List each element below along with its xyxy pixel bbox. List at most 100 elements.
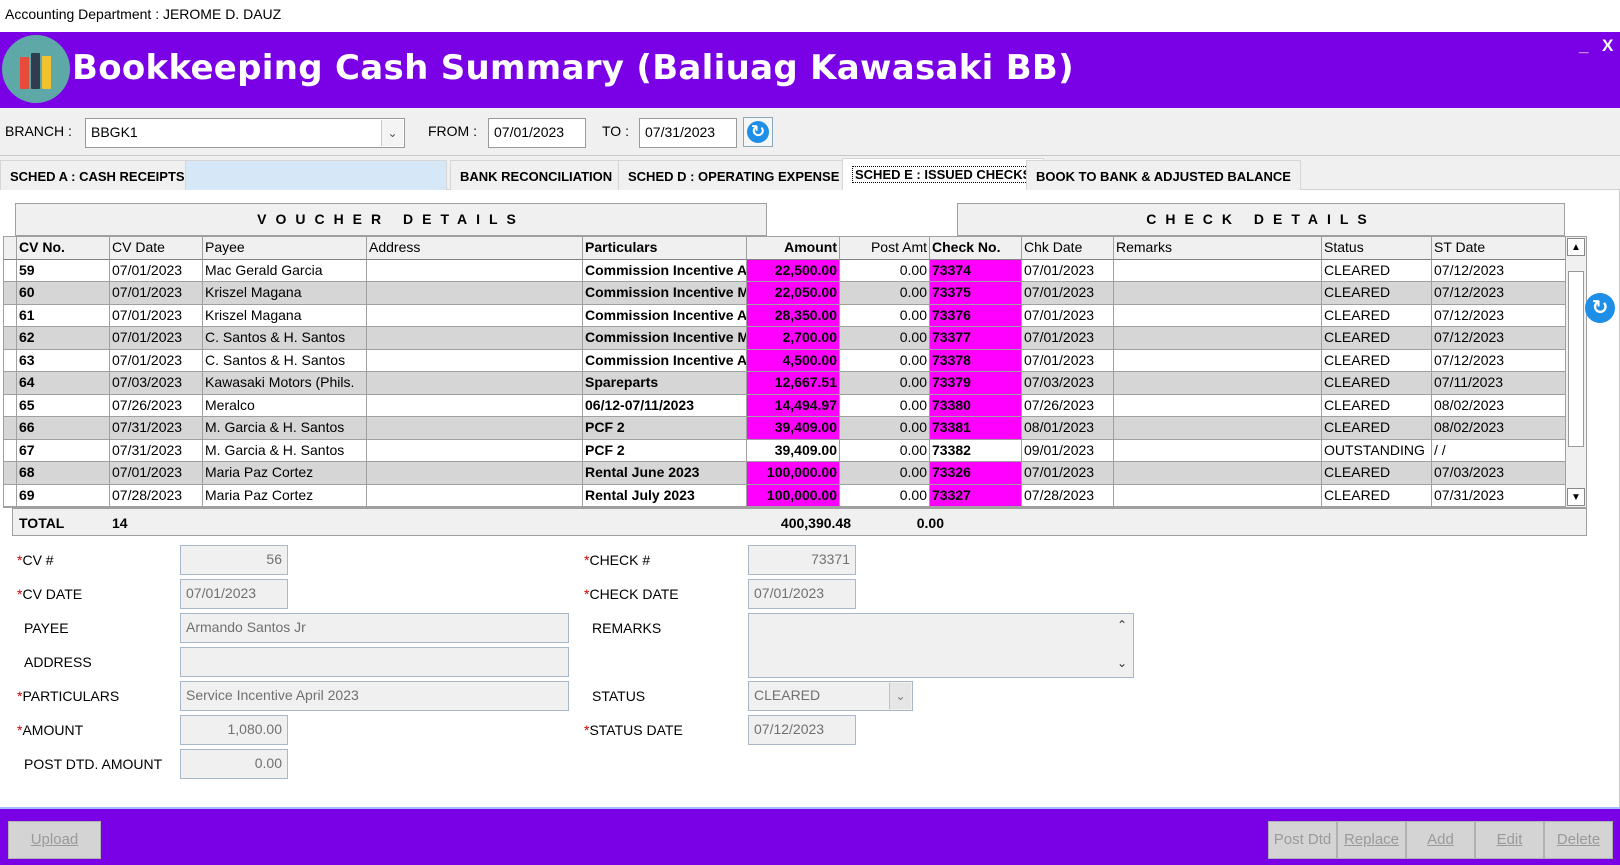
tab-bank-reconciliation[interactable]: BANK RECONCILIATION	[450, 160, 623, 190]
col-header-post-amt[interactable]: Post Amt	[840, 237, 930, 260]
cell-address	[367, 462, 583, 485]
cell-address	[367, 259, 583, 282]
remarks-scroll-down-icon[interactable]: ⌄	[1117, 656, 1127, 670]
cell-remarks	[1114, 282, 1322, 305]
cell-post-amt: 0.00	[840, 484, 930, 507]
cv-number-field[interactable]: 56	[180, 545, 288, 575]
col-header-amount[interactable]: Amount	[747, 237, 840, 260]
status-select[interactable]: CLEARED ⌄	[748, 681, 913, 711]
cell-check-no: 73378	[930, 349, 1022, 372]
table-row[interactable]: 64 07/03/2023 Kawasaki Motors (Phils. Spare…	[4, 372, 1586, 395]
table-row[interactable]: 62 07/01/2023 C. Santos & H. Santos Commiss…	[4, 327, 1586, 350]
tab-sched-a[interactable]: SCHED A : CASH RECEIPTS	[0, 160, 195, 190]
table-row[interactable]: 66 07/31/2023 M. Garcia & H. Santos PCF 2 39…	[4, 417, 1586, 440]
cell-chk-date: 07/01/2023	[1022, 282, 1114, 305]
table-row[interactable]: 63 07/01/2023 C. Santos & H. Santos Commiss…	[4, 349, 1586, 372]
cell-particulars: 06/12-07/11/2023	[583, 394, 747, 417]
cell-payee: Kriszel Magana	[203, 304, 367, 327]
col-header-payee[interactable]: Payee	[203, 237, 367, 260]
cell-remarks	[1114, 372, 1322, 395]
table-row[interactable]: 68 07/01/2023 Maria Paz Cortez Rental June …	[4, 462, 1586, 485]
row-selector[interactable]	[4, 417, 17, 440]
cell-particulars: PCF 2	[583, 439, 747, 462]
col-header-status[interactable]: Status	[1322, 237, 1432, 260]
row-selector[interactable]	[4, 372, 17, 395]
tab-book-to-bank[interactable]: BOOK TO BANK & ADJUSTED BALANCE	[1026, 160, 1301, 190]
cell-payee: Kawasaki Motors (Phils.	[203, 372, 367, 395]
row-selector[interactable]	[4, 259, 17, 282]
side-refresh-icon[interactable]: ↻	[1585, 293, 1615, 323]
cell-amount: 14,494.97	[747, 394, 840, 417]
delete-button[interactable]: Delete	[1544, 821, 1613, 859]
col-header-cv-date[interactable]: CV Date	[110, 237, 203, 260]
table-row[interactable]: 61 07/01/2023 Kriszel Magana Commission Inc…	[4, 304, 1586, 327]
refresh-button[interactable]: ↻	[743, 117, 773, 147]
payee-field[interactable]: Armando Santos Jr	[180, 613, 569, 643]
col-header-cv-no[interactable]: CV No.	[17, 237, 110, 260]
table-row[interactable]: 67 07/31/2023 M. Garcia & H. Santos PCF 2 39…	[4, 439, 1586, 462]
tab-sched-d[interactable]: SCHED D : OPERATING EXPENSE	[618, 160, 850, 190]
col-header-chk-date[interactable]: Chk Date	[1022, 237, 1114, 260]
particulars-field[interactable]: Service Incentive April 2023	[180, 681, 569, 711]
scroll-up-icon[interactable]: ▲	[1567, 238, 1585, 256]
row-selector[interactable]	[4, 327, 17, 350]
remarks-field[interactable]: ⌃ ⌄	[748, 613, 1134, 678]
row-selector[interactable]	[4, 394, 17, 417]
status-date-field[interactable]: 07/12/2023	[748, 715, 856, 745]
cell-check-no: 73377	[930, 327, 1022, 350]
amount-field[interactable]: 1,080.00	[180, 715, 288, 745]
minimize-button[interactable]: _	[1579, 36, 1588, 56]
table-row[interactable]: 69 07/28/2023 Maria Paz Cortez Rental July …	[4, 484, 1586, 507]
cell-cv-no: 69	[17, 484, 110, 507]
col-header-remarks[interactable]: Remarks	[1114, 237, 1322, 260]
cell-remarks	[1114, 304, 1322, 327]
table-row[interactable]: 59 07/01/2023 Mac Gerald Garcia Commission …	[4, 259, 1586, 282]
branch-select[interactable]: BBGK1 ⌄	[85, 118, 405, 148]
cell-payee: M. Garcia & H. Santos	[203, 417, 367, 440]
post-dtd-button[interactable]: Post Dtd	[1268, 821, 1337, 859]
table-scrollbar[interactable]: ▲ ▼	[1565, 236, 1587, 508]
cell-chk-date: 08/01/2023	[1022, 417, 1114, 440]
replace-button[interactable]: Replace	[1337, 821, 1406, 859]
cell-particulars: Commission Incentive April	[583, 259, 747, 282]
table-row[interactable]: 65 07/26/2023 Meralco 06/12-07/11/2023 14,49…	[4, 394, 1586, 417]
row-selector[interactable]	[4, 439, 17, 462]
tab-sched-e[interactable]: SCHED E : ISSUED CHECKS	[842, 158, 1045, 191]
row-selector[interactable]	[4, 462, 17, 485]
edit-button[interactable]: Edit	[1475, 821, 1544, 859]
row-selector[interactable]	[4, 484, 17, 507]
to-date-input[interactable]: 07/31/2023	[639, 118, 737, 148]
scroll-down-icon[interactable]: ▼	[1567, 488, 1585, 506]
add-button[interactable]: Add	[1406, 821, 1475, 859]
payee-label: PAYEE	[24, 620, 69, 636]
address-field[interactable]	[180, 647, 569, 677]
chevron-down-icon[interactable]: ⌄	[889, 683, 911, 709]
table-row[interactable]: 60 07/01/2023 Kriszel Magana Commission Inc…	[4, 282, 1586, 305]
check-number-field[interactable]: 73371	[748, 545, 856, 575]
cell-cv-no: 67	[17, 439, 110, 462]
col-header-st-date[interactable]: ST Date	[1432, 237, 1566, 260]
tab-blank	[185, 160, 447, 190]
row-selector[interactable]	[4, 282, 17, 305]
status-label: STATUS	[592, 688, 646, 704]
check-date-field[interactable]: 07/01/2023	[748, 579, 856, 609]
scroll-thumb[interactable]	[1568, 271, 1584, 447]
col-header-particulars[interactable]: Particulars	[583, 237, 747, 260]
chevron-down-icon[interactable]: ⌄	[381, 120, 403, 146]
cell-payee: Meralco	[203, 394, 367, 417]
cell-particulars: PCF 2	[583, 417, 747, 440]
col-header-check-no[interactable]: Check No.	[930, 237, 1022, 260]
cell-cv-no: 68	[17, 462, 110, 485]
remarks-scroll-up-icon[interactable]: ⌃	[1117, 618, 1127, 632]
close-button[interactable]: X	[1602, 36, 1613, 56]
cell-address	[367, 349, 583, 372]
cv-date-field[interactable]: 07/01/2023	[180, 579, 288, 609]
cell-particulars: Commission Incentive April	[583, 304, 747, 327]
row-selector[interactable]	[4, 304, 17, 327]
upload-button[interactable]: Upload	[8, 821, 101, 859]
post-dtd-amount-field[interactable]: 0.00	[180, 749, 288, 779]
row-selector[interactable]	[4, 349, 17, 372]
cell-particulars: Rental June 2023	[583, 462, 747, 485]
col-header-address[interactable]: Address	[367, 237, 583, 260]
from-date-input[interactable]: 07/01/2023	[488, 118, 586, 148]
